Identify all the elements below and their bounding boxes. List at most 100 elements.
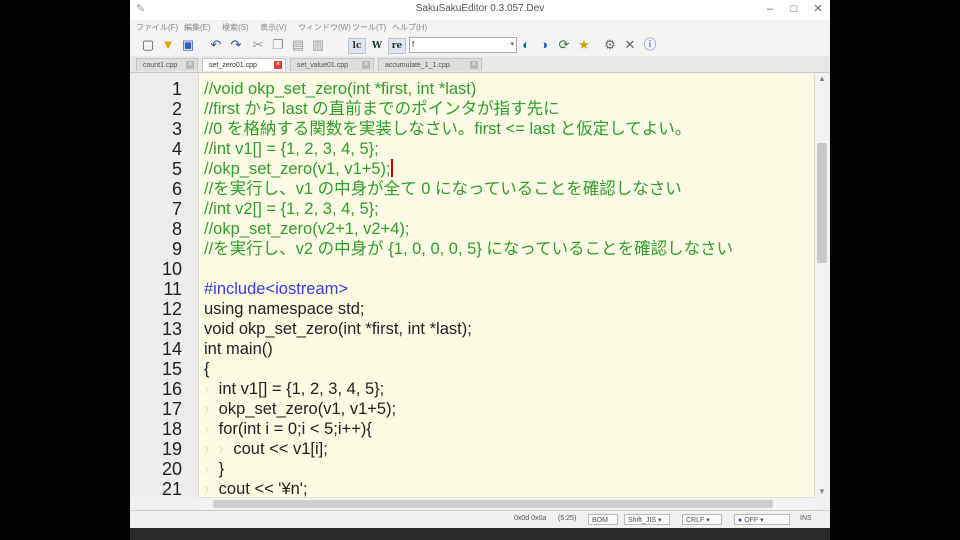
menu-search[interactable]: 検索(S)	[222, 22, 249, 33]
save-icon[interactable]: ▣	[180, 37, 196, 53]
scroll-thumb[interactable]	[213, 500, 773, 508]
tab-label: count1.cpp	[143, 62, 178, 69]
code-text: }	[218, 460, 225, 478]
mode-icon: ●	[738, 517, 743, 524]
paste-icon[interactable]: ▥	[310, 37, 326, 53]
close-icon[interactable]: ×	[362, 61, 370, 69]
copy-alt-icon[interactable]: ▤	[290, 37, 306, 53]
indent-marker-icon: ›	[204, 460, 210, 478]
menu-bar: ファイル(F) 編集(E) 検索(S) 表示(V) ウィンドウ(W) ツール(T…	[130, 20, 830, 34]
scroll-down-icon[interactable]: ▼	[815, 487, 829, 496]
line-number: 21	[161, 479, 182, 499]
newline-select[interactable]: CRLF ▾	[682, 514, 722, 525]
regex-toggle-button[interactable]: re	[388, 38, 406, 54]
line-number: 5	[171, 159, 182, 179]
find-previous-icon[interactable]: ◐	[518, 37, 534, 53]
word-toggle-button[interactable]: W	[368, 38, 386, 54]
code-text: int v1[] = {1, 2, 3, 4, 5};	[218, 380, 385, 398]
newline-value: CRLF	[686, 517, 705, 524]
code-text: for(int i = 0;i < 5;i++){	[218, 420, 372, 438]
menu-tools[interactable]: ツール(T)	[352, 22, 386, 33]
close-icon[interactable]: ×	[470, 61, 478, 69]
tab-set-zero01[interactable]: set_zero01.cpp ×	[202, 58, 286, 71]
search-input[interactable]: f ▾	[409, 37, 517, 53]
menu-file[interactable]: ファイル(F)	[136, 22, 178, 33]
horizontal-scrollbar[interactable]	[199, 497, 814, 510]
replace-icon[interactable]: ⟳	[556, 37, 572, 53]
bookmark-icon[interactable]: ★	[576, 37, 592, 53]
menu-help[interactable]: ヘルプ(H)	[392, 22, 427, 33]
code-line-indented: › › cout << v1[i];	[204, 439, 328, 459]
chevron-down-icon[interactable]: ▾	[510, 38, 514, 52]
redo-icon[interactable]: ↷	[228, 37, 244, 53]
code-line-comment: //を実行し、v1 の中身が全て 0 になっていることを確認しなさい	[204, 180, 682, 198]
code-line-indented: › }	[204, 459, 224, 479]
code-line-indented: › for(int i = 0;i < 5;i++){	[204, 419, 372, 439]
tools-icon[interactable]: ⚙	[602, 37, 618, 53]
menu-edit[interactable]: 編集(E)	[184, 22, 211, 33]
code-line-comment: //void okp_set_zero(int *first, int *las…	[204, 80, 477, 98]
line-number: 15	[161, 359, 182, 379]
close-button[interactable]: ✕	[806, 0, 830, 18]
menu-view[interactable]: 表示(V)	[260, 22, 287, 33]
code-text: okp_set_zero(v1, v1+5);	[218, 400, 397, 418]
code-editor[interactable]: //void okp_set_zero(int *first, int *las…	[199, 73, 814, 497]
indent-marker-icon: ›	[204, 400, 210, 418]
code-line-comment-with-caret: //okp_set_zero(v1, v1+5);	[204, 159, 393, 179]
status-char-code: 0x0d 0x0a	[514, 515, 547, 522]
copy-icon[interactable]: ❐	[270, 37, 286, 53]
title-bar: ✎ SakuSakuEditor 0.3.057.Dev – □ ✕	[130, 0, 830, 21]
menu-window[interactable]: ウィンドウ(W)	[298, 22, 351, 33]
tab-set-value01[interactable]: set_value01.cpp ×	[290, 58, 374, 71]
line-number: 10	[161, 259, 182, 279]
code-text: //okp_set_zero(v1, v1+5);	[204, 160, 391, 178]
info-icon[interactable]: ⓘ	[642, 37, 658, 53]
indent-marker-icon: ›	[204, 480, 210, 497]
search-input-value: f	[412, 40, 415, 49]
indent-marker-icon: ›	[204, 440, 210, 458]
line-number: 9	[171, 239, 182, 259]
code-line-comment: //okp_set_zero(v2+1, v2+4);	[204, 220, 410, 238]
bom-toggle[interactable]: BOM	[588, 514, 618, 525]
close-icon[interactable]: ×	[186, 61, 194, 69]
line-number: 20	[161, 459, 182, 479]
toolbar: ▢ ▼ ▣ ↶ ↷ ✂ ❐ ▤ ▥ lc W re f ▾ ◐ ◑ ⟳ ★ ⚙ …	[130, 34, 830, 57]
tab-accumulate[interactable]: accumulate_1_1.cpp ×	[378, 58, 482, 71]
cut-icon[interactable]: ✂	[250, 37, 266, 53]
tab-bar: count1.cpp × set_zero01.cpp × set_value0…	[130, 56, 830, 73]
tab-label: set_zero01.cpp	[209, 62, 257, 69]
line-number: 12	[161, 299, 182, 319]
open-folder-icon[interactable]: ▼	[160, 37, 176, 53]
line-number: 11	[163, 279, 182, 299]
code-line-indented: › okp_set_zero(v1, v1+5);	[204, 399, 396, 419]
line-number: 3	[171, 119, 182, 139]
encoding-select[interactable]: Shift_JIS ▾	[624, 514, 670, 525]
tab-count1[interactable]: count1.cpp ×	[136, 58, 198, 71]
code-line-comment: //int v2[] = {1, 2, 3, 4, 5};	[204, 200, 379, 218]
line-number: 18	[161, 419, 182, 439]
tab-label: set_value01.cpp	[297, 62, 348, 69]
mode-select[interactable]: ● OFF ▾	[734, 514, 790, 525]
vertical-scrollbar[interactable]: ▲ ▼	[814, 73, 829, 497]
new-file-icon[interactable]: ▢	[140, 37, 156, 53]
code-line-comment: //0 を格納する関数を実装しなさい。first <= last と仮定してよい…	[204, 120, 692, 138]
minimize-button[interactable]: –	[758, 0, 782, 18]
code-line-declaration: void okp_set_zero(int *first, int *last)…	[204, 320, 472, 338]
scroll-thumb[interactable]	[817, 143, 827, 263]
maximize-button[interactable]: □	[782, 0, 806, 18]
bom-label: BOM	[592, 517, 608, 524]
close-icon[interactable]: ×	[274, 61, 282, 69]
line-number: 16	[161, 379, 182, 399]
taskbar	[130, 528, 830, 540]
line-number: 6	[171, 179, 182, 199]
window-title: SakuSakuEditor 0.3.057.Dev	[415, 3, 545, 14]
line-number: 17	[161, 399, 182, 419]
find-next-icon[interactable]: ◑	[536, 37, 552, 53]
line-number: 14	[161, 339, 182, 359]
settings-icon[interactable]: ✕	[622, 37, 638, 53]
undo-icon[interactable]: ↶	[208, 37, 224, 53]
case-toggle-button[interactable]: lc	[348, 38, 366, 54]
scroll-up-icon[interactable]: ▲	[815, 74, 829, 83]
code-text: cout << v1[i];	[233, 440, 328, 458]
line-number: 1	[171, 79, 182, 99]
